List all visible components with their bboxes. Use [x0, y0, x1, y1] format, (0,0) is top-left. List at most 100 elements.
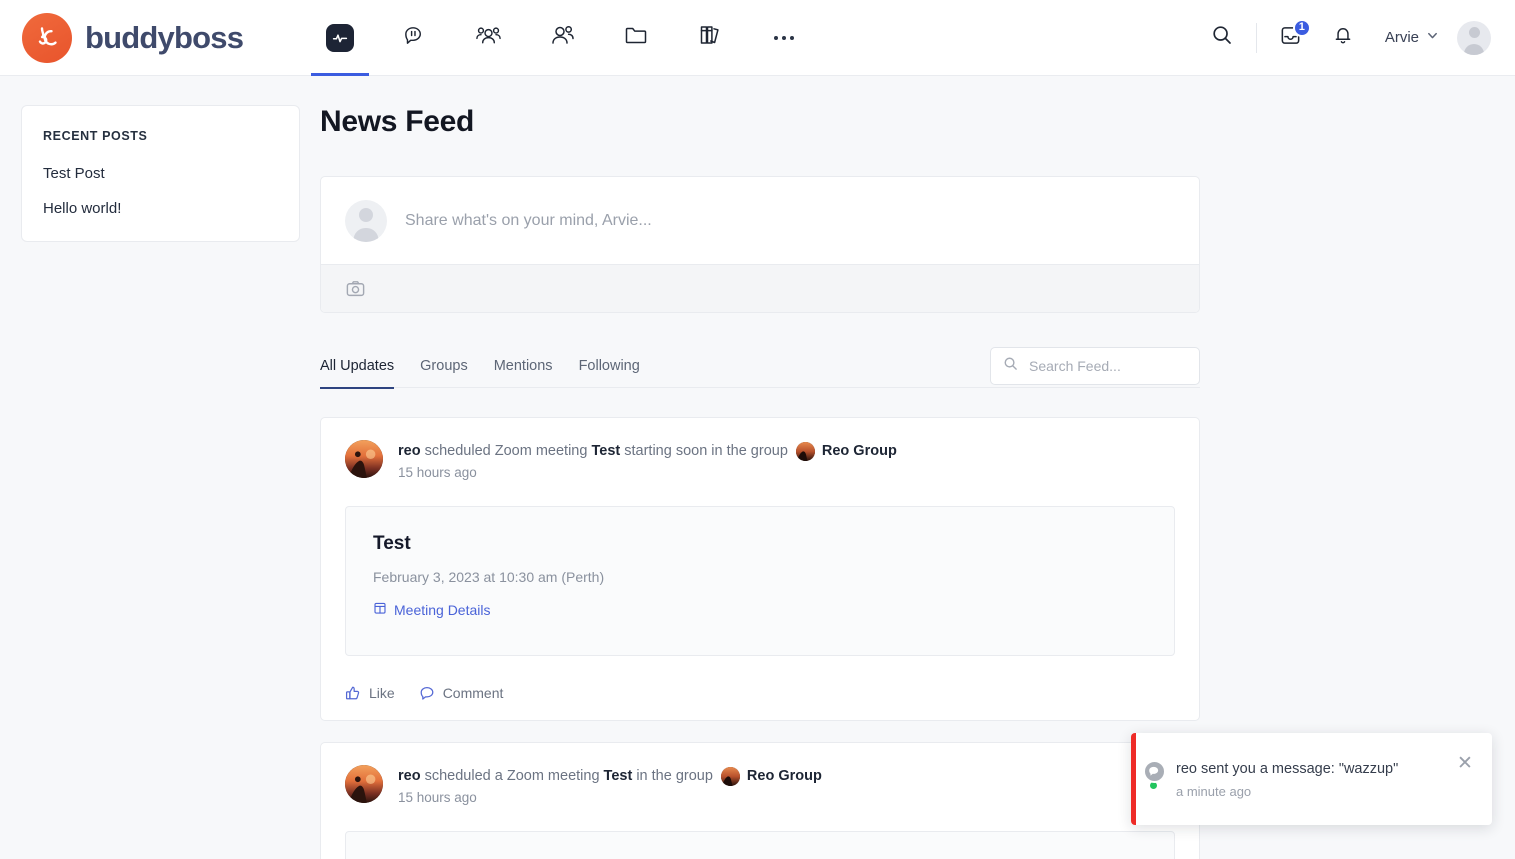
comment-button[interactable]: Comment — [419, 685, 504, 701]
avatar-placeholder-head — [359, 207, 373, 222]
post-group-chip[interactable]: Reo Group — [795, 441, 897, 461]
thumbs-up-icon — [345, 685, 361, 701]
page-title: News Feed — [320, 105, 475, 138]
toast-body: reo sent you a message: "wazzup" a minut… — [1176, 759, 1448, 799]
post-group-chip[interactable]: Reo Group — [720, 766, 822, 786]
zoom-meeting-card: Test February 3, 2023 at 10:30 am (Perth… — [345, 831, 1175, 859]
user-name: Arvie — [1384, 29, 1419, 46]
zoom-meeting-card: Test February 3, 2023 at 10:30 am (Perth… — [345, 506, 1175, 656]
post-timestamp: 15 hours ago — [398, 790, 477, 805]
composer-placeholder[interactable]: Share what's on your mind, Arvie... — [405, 212, 652, 230]
user-menu[interactable]: Arvie — [1384, 20, 1491, 55]
members-icon — [549, 22, 575, 53]
search-button[interactable] — [1196, 12, 1248, 64]
header-actions: 1 Arvie — [1196, 12, 1491, 64]
post-meta: reo scheduled Zoom meeting Test starting… — [398, 440, 897, 480]
buddyboss-logo-icon — [22, 12, 72, 63]
avatar-placeholder-body — [353, 227, 379, 242]
tab-all-updates[interactable]: All Updates — [320, 344, 407, 389]
post-action-before: scheduled Zoom meeting — [424, 443, 588, 459]
message-notification-toast[interactable]: reo sent you a message: "wazzup" a minut… — [1131, 733, 1492, 825]
feed-search[interactable] — [990, 346, 1200, 385]
post-composer: Share what's on your mind, Arvie... — [320, 176, 1200, 313]
meeting-date: February 3, 2023 at 10:30 am (Perth) — [373, 569, 605, 585]
post-activity-line: reo scheduled Zoom meeting Test starting… — [398, 441, 897, 461]
meeting-details-link[interactable]: Meeting Details — [373, 601, 491, 618]
post-action-after: starting soon in the group — [624, 443, 788, 459]
close-icon[interactable]: ✕ — [1448, 746, 1482, 780]
group-avatar — [720, 766, 740, 786]
sidebar: RECENT POSTS Test Post Hello world! — [0, 105, 300, 859]
activity-post: reo scheduled Zoom meeting Test starting… — [320, 417, 1200, 721]
chevron-down-icon — [1426, 29, 1439, 47]
widget-title: RECENT POSTS — [43, 129, 148, 143]
search-icon — [1211, 24, 1233, 51]
post-group-name[interactable]: Reo Group — [747, 766, 822, 786]
nav-item-forums[interactable] — [377, 0, 451, 76]
feed-tabs: All Updates Groups Mentions Following — [320, 344, 653, 389]
ellipsis-icon — [774, 35, 795, 40]
chat-bubble-icon — [402, 23, 427, 53]
activity-pulse-icon — [326, 23, 355, 52]
post-author-avatar[interactable] — [345, 440, 383, 478]
nav-item-activity[interactable] — [303, 0, 377, 76]
feed-tabs-row: All Updates Groups Mentions Following — [320, 344, 1200, 389]
primary-navigation — [303, 0, 821, 76]
avatar-placeholder-head — [1468, 26, 1480, 38]
toast-timestamp: a minute ago — [1176, 784, 1252, 799]
activity-post: reo scheduled a Zoom meeting Test in the… — [320, 742, 1200, 859]
post-subject: Test — [603, 768, 633, 784]
recent-posts-widget: RECENT POSTS Test Post Hello world! — [21, 105, 300, 242]
camera-icon[interactable] — [345, 278, 366, 299]
post-meta: reo scheduled a Zoom meeting Test in the… — [398, 765, 822, 805]
post-group-name[interactable]: Reo Group — [822, 441, 897, 461]
sidebar-item-test-post[interactable]: Test Post — [43, 165, 278, 182]
folder-icon — [623, 22, 649, 53]
groups-icon — [475, 22, 502, 53]
nav-item-groups[interactable] — [451, 0, 525, 76]
site-header: buddyboss 1 Arvie — [0, 0, 1515, 76]
search-input[interactable] — [1027, 356, 1187, 375]
like-label: Like — [369, 685, 395, 701]
tab-following[interactable]: Following — [566, 344, 653, 388]
comment-label: Comment — [442, 685, 504, 701]
post-action-before: scheduled a Zoom meeting — [424, 768, 600, 784]
post-action-after: in the group — [636, 768, 713, 784]
nav-item-more[interactable] — [747, 0, 821, 76]
messages-button[interactable]: 1 — [1265, 12, 1317, 64]
like-button[interactable]: Like — [345, 685, 395, 701]
post-actions: Like Comment — [345, 666, 1175, 720]
tab-mentions[interactable]: Mentions — [481, 344, 566, 388]
post-timestamp: 15 hours ago — [398, 465, 477, 480]
nav-item-members[interactable] — [525, 0, 599, 76]
comment-bubble-icon — [419, 685, 435, 701]
nav-item-courses[interactable] — [673, 0, 747, 76]
brand-logo[interactable]: buddyboss — [22, 12, 244, 63]
avatar-placeholder-body — [1464, 43, 1484, 55]
books-icon — [698, 22, 722, 53]
search-icon — [1003, 356, 1018, 376]
nav-item-documents[interactable] — [599, 0, 673, 76]
post-author-link[interactable]: reo — [398, 766, 421, 786]
composer-avatar — [345, 199, 387, 242]
bell-icon — [1332, 24, 1354, 51]
post-author-avatar[interactable] — [345, 765, 383, 803]
post-subject: Test — [591, 443, 621, 459]
main-content: News Feed Share what's on your mind, Arv… — [300, 105, 1220, 859]
composer-input-row[interactable]: Share what's on your mind, Arvie... — [321, 177, 1199, 264]
calendar-icon — [373, 601, 387, 618]
meeting-details-label: Meeting Details — [394, 601, 491, 618]
meeting-title: Test — [373, 533, 411, 554]
composer-toolbar — [321, 264, 1199, 312]
notifications-button[interactable] — [1317, 12, 1369, 64]
post-header: reo scheduled Zoom meeting Test starting… — [345, 440, 1175, 480]
post-activity-line: reo scheduled a Zoom meeting Test in the… — [398, 766, 822, 786]
sidebar-item-hello-world[interactable]: Hello world! — [43, 200, 278, 217]
toast-message-text: reo sent you a message: "wazzup" — [1176, 761, 1399, 777]
tab-groups[interactable]: Groups — [407, 344, 481, 388]
avatar[interactable] — [1457, 20, 1491, 55]
post-author-link[interactable]: reo — [398, 441, 421, 461]
post-header: reo scheduled a Zoom meeting Test in the… — [345, 765, 1175, 805]
brand-name: buddyboss — [85, 19, 244, 55]
group-avatar — [795, 441, 815, 461]
